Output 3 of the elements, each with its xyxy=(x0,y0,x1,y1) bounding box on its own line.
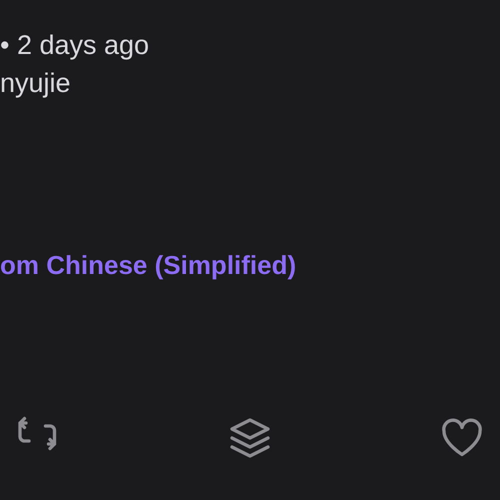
post-time: • 2 days ago xyxy=(0,29,150,62)
translation-link[interactable]: om Chinese (Simplified) xyxy=(0,248,296,282)
author-name: nyujie xyxy=(0,67,71,100)
